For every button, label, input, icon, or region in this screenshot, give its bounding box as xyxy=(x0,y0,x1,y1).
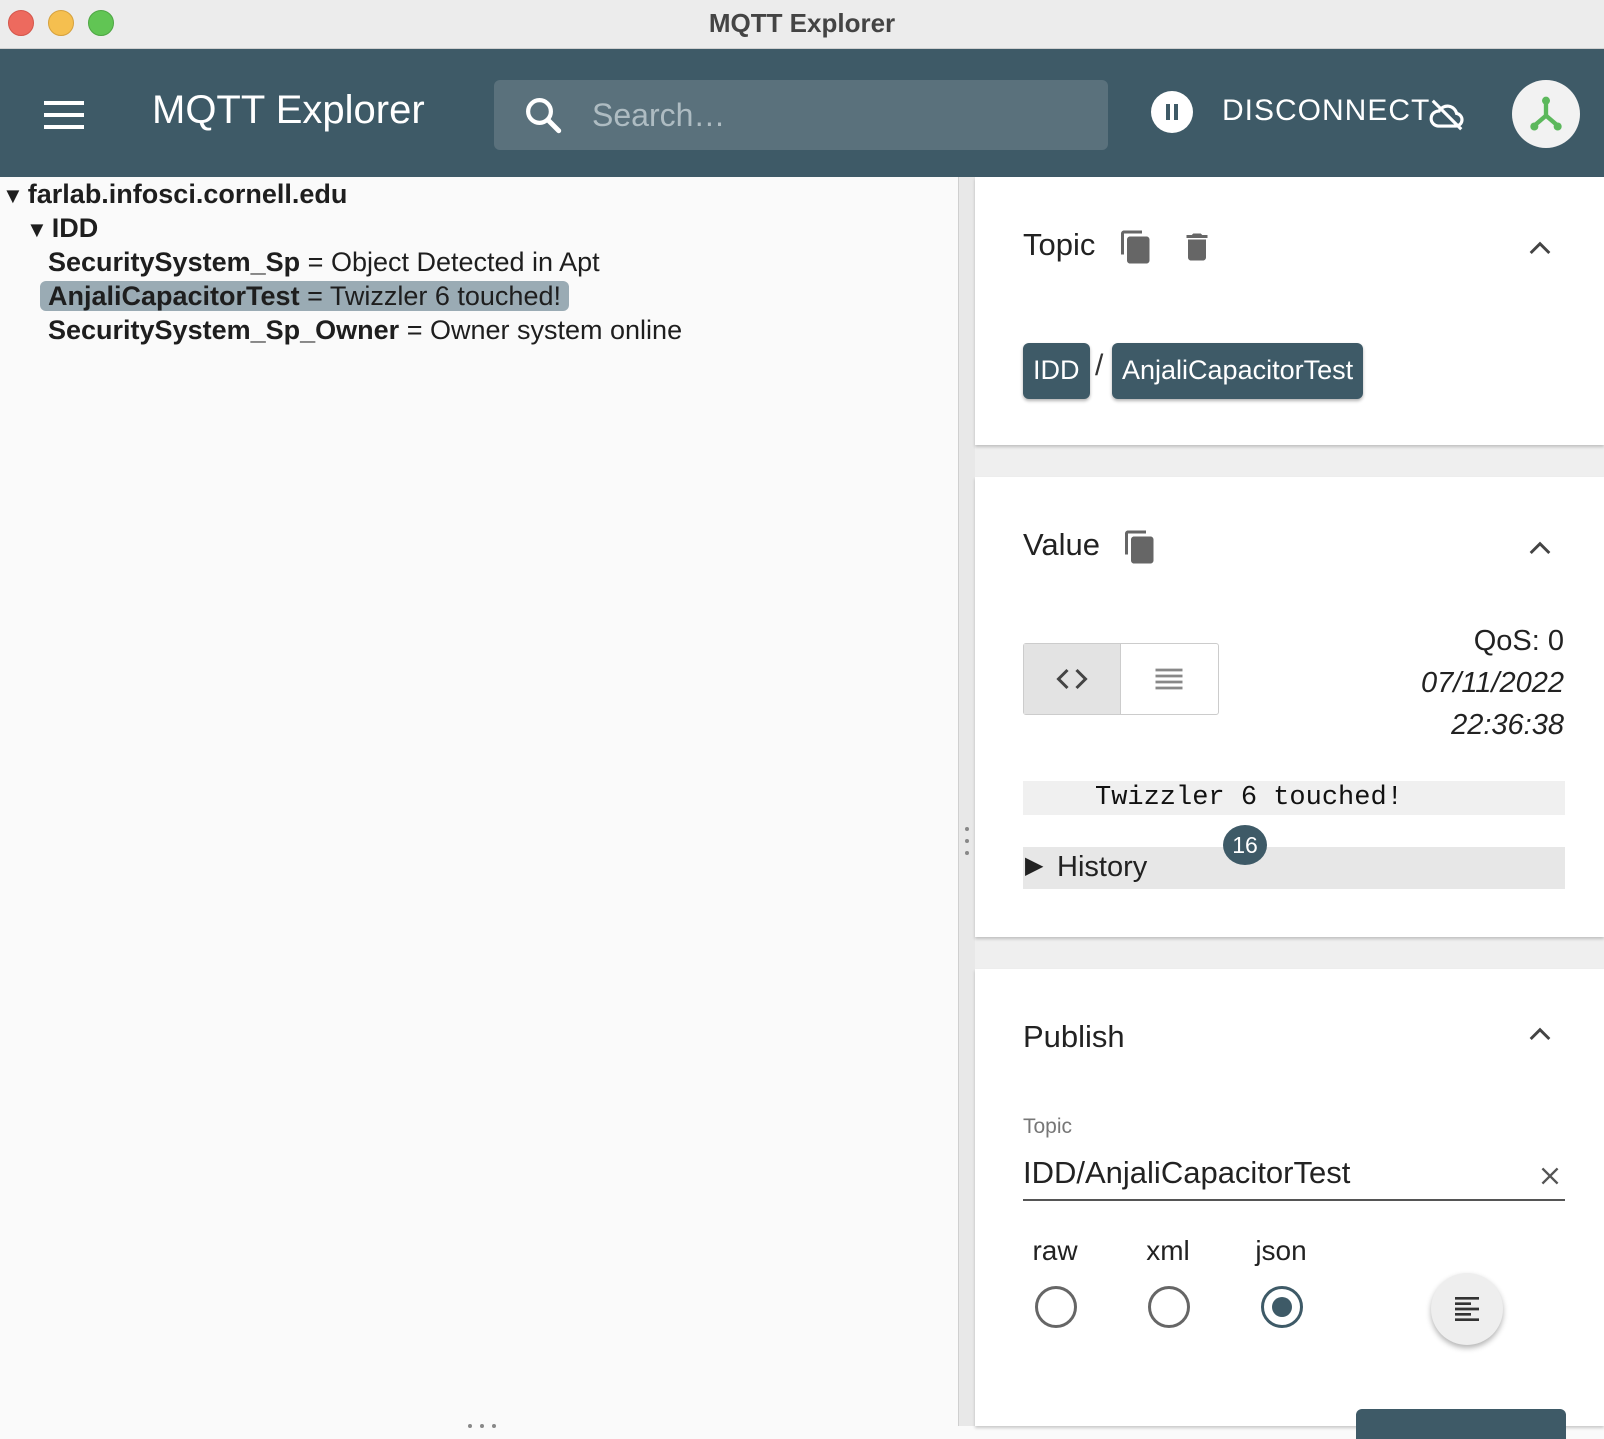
pause-button[interactable] xyxy=(1151,91,1193,133)
breadcrumb-separator: / xyxy=(1095,349,1104,382)
clear-icon[interactable] xyxy=(1537,1163,1563,1189)
app-title: MQTT Explorer xyxy=(152,88,425,132)
collapse-chevron-icon[interactable] xyxy=(1524,1019,1556,1051)
publish-topic-label: Topic xyxy=(1023,1115,1073,1138)
expand-triangle-icon[interactable]: ▼ xyxy=(2,183,24,209)
message-time: 22:36:38 xyxy=(1451,709,1564,741)
topic-panel-title: Topic xyxy=(1023,227,1096,262)
search-input[interactable] xyxy=(590,92,1084,138)
publish-topic-input[interactable] xyxy=(1023,1147,1565,1201)
topic-panel: Topic IDD / AnjaliCapacitorTest xyxy=(975,177,1604,445)
network-icon xyxy=(1530,96,1562,131)
tree-node-host[interactable]: ▼ farlab.infosci.cornell.edu xyxy=(2,179,347,210)
collapse-chevron-icon[interactable] xyxy=(1524,533,1556,565)
publish-button[interactable] xyxy=(1356,1409,1566,1439)
collapse-chevron-icon[interactable] xyxy=(1524,233,1556,265)
code-view-button[interactable] xyxy=(1024,644,1121,714)
panel-splitter[interactable] xyxy=(958,177,976,1426)
tree-node-label: farlab.infosci.cornell.edu xyxy=(27,179,348,209)
lines-icon xyxy=(1155,668,1183,690)
tree-leaf[interactable]: SecuritySystem_Sp = Object Detected in A… xyxy=(48,247,600,278)
format-label-raw: raw xyxy=(1032,1235,1078,1266)
window-titlebar: MQTT Explorer xyxy=(0,0,1604,49)
code-icon xyxy=(1056,668,1088,690)
view-mode-toggle xyxy=(1023,643,1219,715)
copy-icon[interactable] xyxy=(1118,227,1154,267)
bottom-resize-handle[interactable] xyxy=(468,1415,504,1433)
format-label-json: json xyxy=(1255,1235,1307,1266)
details-sidebar: Topic IDD / AnjaliCapacitorTest Value Qo… xyxy=(975,177,1604,1439)
breadcrumb-chip-idd[interactable]: IDD xyxy=(1023,343,1090,399)
tree-leaf-value: Object Detected in Apt xyxy=(330,247,600,277)
history-toggle[interactable]: ▶ History 16 xyxy=(1023,825,1565,889)
tree-leaf-value: Twizzler 6 touched! xyxy=(329,281,561,311)
cloud-off-icon[interactable] xyxy=(1428,96,1466,134)
format-radio-json[interactable] xyxy=(1261,1286,1303,1328)
search-icon xyxy=(526,98,562,134)
copy-icon[interactable] xyxy=(1122,527,1158,567)
tree-leaf-value: Owner system online xyxy=(429,315,683,345)
align-left-icon xyxy=(1455,1297,1479,1321)
qos-label: QoS: 0 xyxy=(1473,625,1564,657)
expand-triangle-icon[interactable]: ▼ xyxy=(26,217,48,243)
format-radio-xml[interactable] xyxy=(1148,1286,1190,1328)
topic-tree: ▼ farlab.infosci.cornell.edu ▼ IDD Securit… xyxy=(0,177,958,1428)
window-title: MQTT Explorer xyxy=(708,8,896,38)
tree-leaf-key: AnjaliCapacitorTest xyxy=(48,281,300,311)
tree-leaf-separator: = xyxy=(307,281,323,311)
message-date: 07/11/2022 xyxy=(1421,667,1564,699)
drag-handle-icon[interactable] xyxy=(965,827,969,863)
connection-avatar[interactable] xyxy=(1512,80,1580,148)
payload-view: Twizzler 6 touched! xyxy=(1023,781,1565,815)
format-radio-raw[interactable] xyxy=(1035,1286,1077,1328)
delete-icon[interactable] xyxy=(1179,227,1215,267)
payload-text: Twizzler 6 touched! xyxy=(1095,783,1403,813)
tree-leaf[interactable]: SecuritySystem_Sp_Owner = Owner system o… xyxy=(48,315,682,346)
text-view-button[interactable] xyxy=(1121,644,1218,714)
tree-leaf-key: SecuritySystem_Sp xyxy=(48,247,301,277)
format-payload-button[interactable] xyxy=(1431,1273,1503,1345)
format-label-xml: xml xyxy=(1146,1235,1190,1266)
tree-leaf-selected[interactable]: AnjaliCapacitorTest = Twizzler 6 touched… xyxy=(40,281,569,312)
value-panel-title: Value xyxy=(1023,527,1100,562)
selection-highlight: AnjaliCapacitorTest = Twizzler 6 touched… xyxy=(40,281,569,311)
tree-leaf-separator: = xyxy=(406,315,423,345)
tree-node-label: IDD xyxy=(51,213,99,243)
history-count-badge: 16 xyxy=(1223,825,1267,865)
disconnect-button[interactable]: DISCONNECT xyxy=(1222,94,1430,128)
publish-panel-title: Publish xyxy=(1023,1019,1125,1054)
search-box xyxy=(494,80,1108,150)
tree-node-group[interactable]: ▼ IDD xyxy=(26,213,98,244)
hamburger-menu-icon[interactable] xyxy=(44,101,84,129)
tree-leaf-key: SecuritySystem_Sp_Owner xyxy=(48,315,400,345)
tree-leaf-separator: = xyxy=(307,247,324,277)
history-label: History xyxy=(1057,851,1148,883)
breadcrumb-chip-topic[interactable]: AnjaliCapacitorTest xyxy=(1112,343,1364,399)
value-panel: Value QoS: 0 07/11/2022 22:36:38 Twizzle… xyxy=(975,477,1604,937)
expand-triangle-icon: ▶ xyxy=(1025,852,1044,879)
